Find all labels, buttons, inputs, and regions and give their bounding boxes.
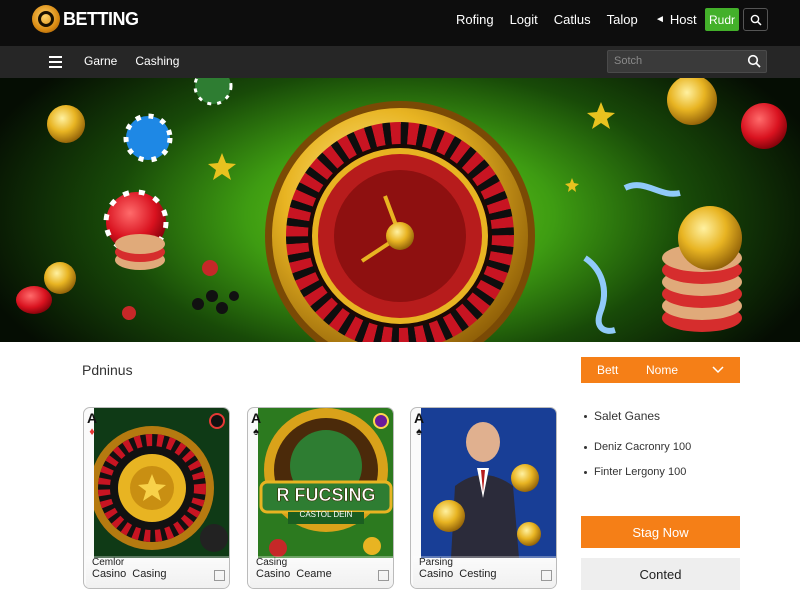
- host-link[interactable]: ◄ Host: [655, 12, 697, 27]
- chip-stack-icon: [662, 206, 742, 332]
- top-bar: BETTING Rofing Logit Catlus Talop ◄ Host…: [0, 0, 800, 46]
- card-caption: Casing Casino Ceame: [250, 556, 393, 588]
- poker-chip-icon: [103, 189, 169, 270]
- play-now-button[interactable]: Stag Now: [581, 516, 740, 548]
- logo-text: BETTING: [63, 8, 139, 29]
- card-title: Casing: [256, 557, 288, 568]
- poker-chip-icon: [193, 78, 233, 106]
- poker-chip-icon: [16, 286, 52, 314]
- gold-coin-icon: [44, 262, 76, 294]
- contact-button[interactable]: Conted: [581, 558, 740, 590]
- search-icon[interactable]: [747, 54, 761, 68]
- download-icon[interactable]: [214, 570, 225, 581]
- card-subtitle: Casino Casing: [92, 568, 167, 580]
- sub-nav-item-garne[interactable]: Garne: [84, 54, 117, 68]
- side-list-item[interactable]: Finter Lergony 100: [584, 466, 686, 478]
- search-button[interactable]: [743, 8, 768, 31]
- game-card[interactable]: A ♠ Parsing Casino Cesting: [410, 407, 557, 589]
- bet-dropdown[interactable]: Bett Nome: [581, 357, 740, 383]
- top-nav-item-catlus[interactable]: Catlus: [554, 12, 591, 27]
- casino-banner-art-icon: [258, 408, 393, 558]
- roulette-wheel-icon: [265, 101, 535, 342]
- dealer-art-icon: [421, 408, 556, 558]
- card-subtitle: Casino Cesting: [419, 568, 497, 580]
- star-icon: [565, 178, 579, 192]
- download-icon[interactable]: [541, 570, 552, 581]
- top-nav-item-logit[interactable]: Logit: [510, 12, 538, 27]
- side-list-heading: Salet Ganes: [584, 409, 660, 423]
- sub-nav: Garne Cashing: [84, 54, 179, 68]
- primary-button[interactable]: Rudr: [705, 8, 739, 31]
- card-rank: A ♠: [413, 410, 425, 438]
- top-nav: Rofing Logit Catlus Talop: [456, 12, 638, 27]
- poker-chip-icon: [123, 113, 173, 163]
- section-title: Pdninus: [82, 362, 133, 378]
- card-subtitle: Casino Ceame: [256, 568, 332, 580]
- card-rank: A ♠: [250, 410, 262, 438]
- logo-icon: [32, 5, 60, 33]
- search-icon: [750, 14, 762, 26]
- card-title: Parsing: [419, 557, 453, 568]
- gold-coin-icon: [667, 78, 717, 125]
- dropdown-value: Nome: [646, 363, 679, 377]
- dropdown-label: Bett: [597, 363, 619, 377]
- star-icon: [587, 102, 615, 129]
- game-badge-icon: [373, 413, 389, 429]
- top-nav-item-talop[interactable]: Talop: [607, 12, 638, 27]
- sub-nav-bar: Garne Cashing Sotch: [0, 46, 800, 78]
- card-caption: Cemlor Casino Casing: [86, 556, 229, 588]
- host-label: Host: [669, 12, 697, 27]
- card-title: Cemlor: [92, 557, 125, 568]
- download-icon[interactable]: [378, 570, 389, 581]
- chevron-down-icon: [712, 366, 724, 374]
- star-icon: [208, 153, 236, 180]
- sub-nav-item-cashing[interactable]: Cashing: [135, 54, 179, 68]
- card-rank: A ♦: [86, 410, 98, 438]
- hamburger-menu-icon[interactable]: [49, 56, 62, 68]
- logo[interactable]: BETTING: [32, 5, 139, 33]
- side-list-item[interactable]: Deniz Cacronry 100: [584, 441, 691, 453]
- game-card[interactable]: R FUCSING CASTOL DEIN A ♠ Casing Casino Ce…: [247, 407, 394, 589]
- gold-coin-icon: [47, 105, 85, 143]
- hero-illustration: [16, 78, 787, 342]
- game-card[interactable]: A ♦ Cemlor Casino Casing: [83, 407, 230, 589]
- top-nav-item-rofing[interactable]: Rofing: [456, 12, 494, 27]
- roulette-art-icon: [94, 408, 229, 558]
- search-input[interactable]: Sotch: [607, 50, 767, 73]
- game-banner-subtitle: CASTOL DEIN: [299, 510, 353, 519]
- arrow-icon: ◄: [655, 14, 665, 25]
- hero-banner: [0, 78, 800, 342]
- search-placeholder: Sotch: [614, 55, 643, 67]
- game-banner-title: R FUCSING: [276, 485, 376, 506]
- game-badge-icon: [209, 413, 225, 429]
- card-caption: Parsing Casino Cesting: [413, 556, 556, 588]
- poker-chip-icon: [741, 103, 787, 149]
